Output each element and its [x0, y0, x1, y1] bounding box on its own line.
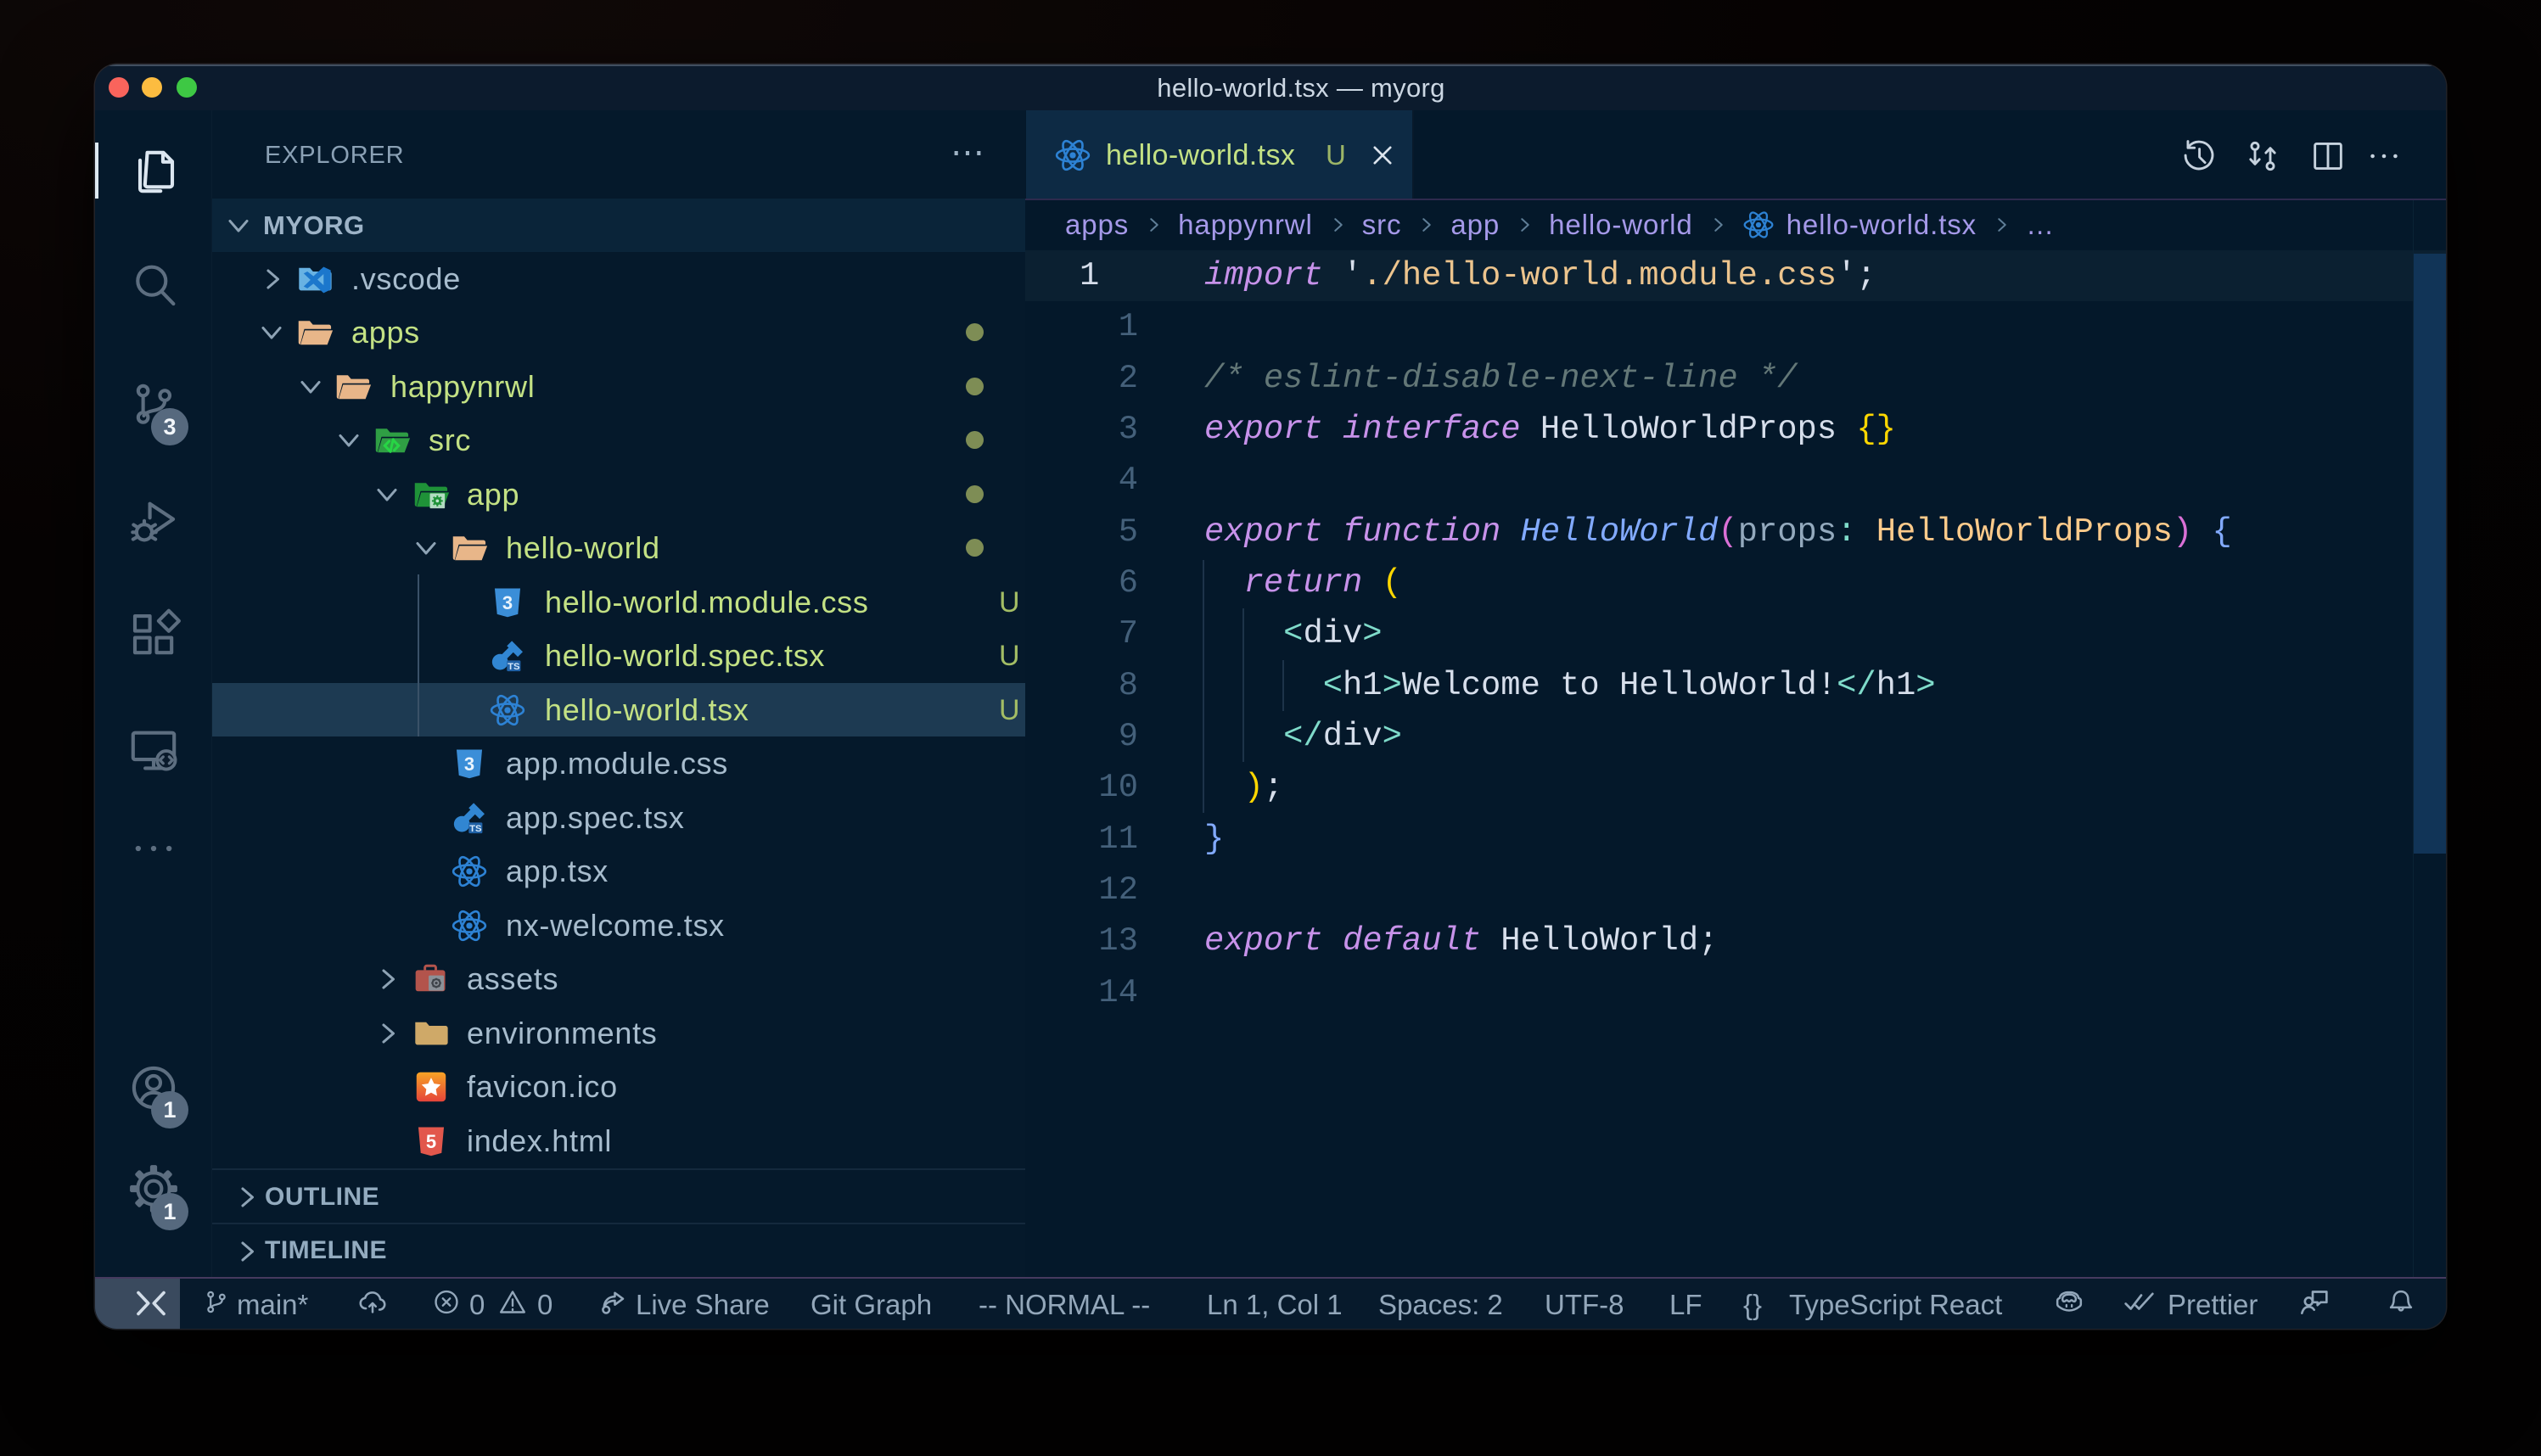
svg-text:TS: TS — [508, 662, 520, 672]
svg-text:3: 3 — [464, 753, 474, 775]
svg-text:5: 5 — [426, 1131, 436, 1152]
svg-text:3: 3 — [502, 592, 513, 613]
svg-text:TS: TS — [469, 823, 482, 833]
